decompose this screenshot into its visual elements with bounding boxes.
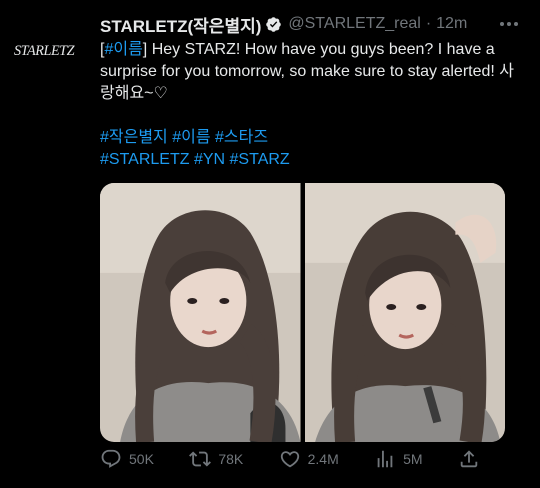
retweet-button[interactable]: 78K [189, 448, 243, 470]
share-icon [460, 450, 478, 468]
hashtag-link[interactable]: #스타즈 [215, 129, 268, 146]
retweet-icon [189, 451, 212, 467]
hashtag-link[interactable]: #이름 [104, 41, 142, 58]
tweet-header: STARLETZ(작은별지) @STARLETZ_real · 12m [100, 12, 524, 36]
display-name[interactable]: STARLETZ(작은별지) [100, 12, 261, 37]
reply-button[interactable]: 50K [100, 448, 154, 470]
hashtag-link[interactable]: #STARLETZ [100, 151, 190, 168]
tweet-actions: 50K 78K 2.4M 5M [100, 448, 480, 470]
hashtag-line-1: #작은별지 #이름 #스타즈 [100, 127, 524, 149]
reply-icon [101, 449, 121, 468]
like-button[interactable]: 2.4M [279, 448, 339, 470]
retweet-count: 78K [218, 451, 244, 467]
photo-portrait-left-icon [100, 183, 301, 442]
avatar[interactable]: STARLETZ [14, 40, 88, 62]
hashtag-link[interactable]: #이름 [172, 129, 210, 146]
photo-left[interactable] [100, 183, 301, 442]
user-handle[interactable]: @STARLETZ_real [288, 15, 420, 33]
views-count: 5M [403, 451, 423, 467]
photo-portrait-right-icon [304, 183, 505, 442]
avatar-logo-text: STARLETZ [14, 42, 75, 59]
views-chart-icon [377, 450, 393, 468]
views-button[interactable]: 5M [374, 448, 423, 470]
share-button[interactable] [458, 448, 480, 470]
verified-badge-icon [265, 16, 282, 33]
reply-count: 50K [129, 451, 154, 467]
tweet-body: ] Hey STARZ! How have you guys been? I h… [100, 41, 514, 102]
hashtag-link[interactable]: #STARZ [230, 151, 290, 168]
hashtag-line-2: #STARLETZ #YN #STARZ [100, 149, 524, 171]
tweet-content: STARLETZ(작은별지) @STARLETZ_real · 12m [#이름… [100, 12, 524, 442]
like-count: 2.4M [307, 451, 339, 467]
media-grid [100, 183, 505, 442]
hashtag-link[interactable]: #YN [194, 151, 225, 168]
tweet-text: [#이름] Hey STARZ! How have you guys been?… [100, 39, 524, 171]
photo-right[interactable] [304, 183, 505, 442]
more-options-icon[interactable] [500, 22, 518, 26]
timestamp[interactable]: 12m [436, 15, 467, 33]
separator-dot: · [425, 15, 432, 32]
hashtag-link[interactable]: #작은별지 [100, 129, 168, 146]
heart-icon [280, 451, 299, 468]
